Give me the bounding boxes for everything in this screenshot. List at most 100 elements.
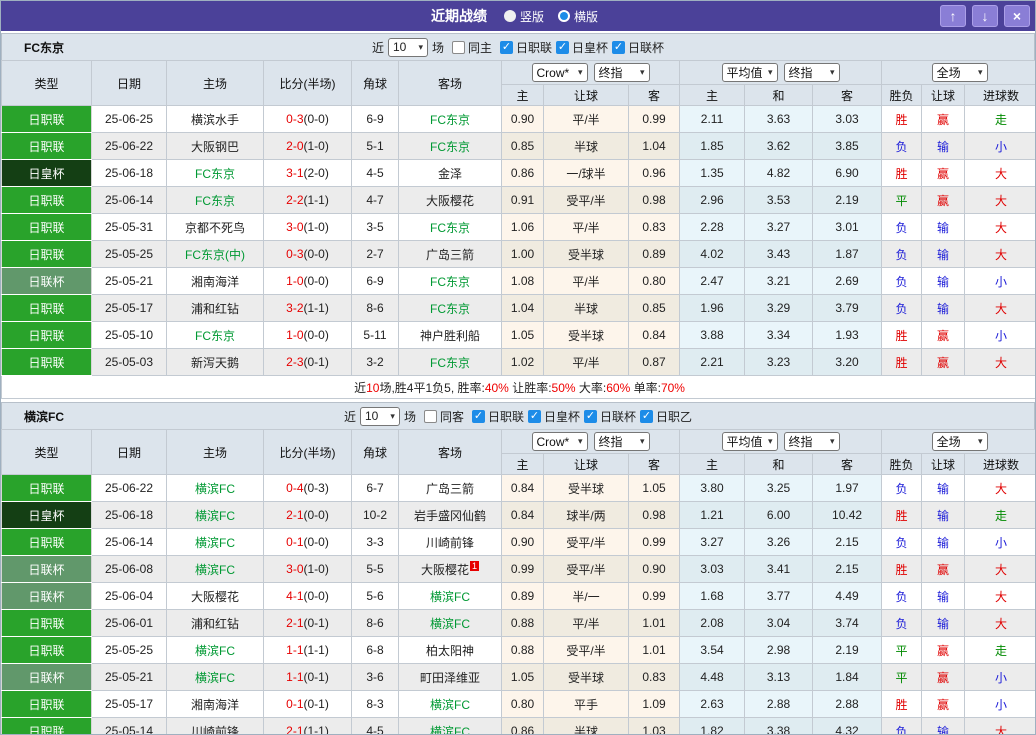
odds-source-select[interactable]: Crow* ▾ <box>531 432 588 451</box>
result-cell: 负 <box>881 213 923 241</box>
corner-cell: 5-11 <box>351 321 399 349</box>
view-option-horizontal[interactable]: 横版 <box>558 8 598 25</box>
half-score: (1-1) <box>303 301 329 315</box>
result-cell: 负 <box>881 528 923 556</box>
avg-draw-odds-cell: 3.23 <box>744 348 814 376</box>
summary-stat-label: 让胜率: <box>508 380 552 395</box>
score-cell: 2-0(1-0) <box>263 132 352 160</box>
league-type-cell: 日职联 <box>1 240 92 268</box>
same-venue-filter[interactable]: 同客 <box>423 408 464 425</box>
checkbox-checked-icon[interactable]: ✓ <box>556 40 570 54</box>
league-filter[interactable]: ✓ 日联杯 <box>584 408 636 425</box>
view-option-vertical[interactable]: 竖版 <box>503 8 544 25</box>
scope-select-group: 全场 ▾ <box>881 429 1035 454</box>
checkbox-checked-icon[interactable]: ✓ <box>584 409 598 423</box>
league-filter[interactable]: ✓ 日皇杯 <box>556 39 608 56</box>
half-score: (0-0) <box>303 274 329 288</box>
home-team-cell: 横滨FC <box>166 555 264 583</box>
avg-home-odds-cell: 3.54 <box>679 636 746 664</box>
summary-stat-label: 大率: <box>575 380 607 395</box>
match-row: 日职联 25-06-14 FC东京 2-2(1-1) 4-7 大阪樱花 0.91 受平/半 0.… <box>1 186 1035 214</box>
full-score: 3-2 <box>286 301 304 315</box>
date-cell: 25-06-01 <box>91 609 167 637</box>
league-type-cell: 日职联 <box>1 528 92 556</box>
avg-source-select[interactable]: 平均值 ▾ <box>721 432 778 451</box>
scope-select[interactable]: 全场 ▾ <box>931 63 988 82</box>
avg-final-select[interactable]: 终指 ▾ <box>783 63 840 82</box>
crow-away-odds-cell: 0.98 <box>627 501 681 529</box>
crow-home-odds-cell: 0.80 <box>501 690 544 718</box>
col-header-corner: 角球 <box>351 60 399 106</box>
league-filter[interactable]: ✓ 日职联 <box>471 408 524 425</box>
date-cell: 25-05-10 <box>91 321 167 349</box>
league-filter[interactable]: ✓ 日职联 <box>500 39 552 56</box>
match-row: 日职联 25-05-25 横滨FC 1-1(1-1) 6-8 柏太阳神 0.88 受平/半 1.… <box>1 636 1035 664</box>
crow-handicap-cell: 半球 <box>543 132 629 160</box>
away-team-cell: 大阪樱花 <box>398 186 502 214</box>
goals-result-cell: 小 <box>964 528 1035 556</box>
league-type-cell: 日职联 <box>1 132 92 160</box>
away-team-label: 横滨FC <box>430 724 470 735</box>
checkbox-checked-icon[interactable]: ✓ <box>640 409 654 423</box>
checkbox-unchecked-icon[interactable] <box>451 40 465 54</box>
half-score: (0-3) <box>303 481 329 495</box>
home-team-cell: 横滨FC <box>166 474 264 502</box>
avg-final-select[interactable]: 终指 ▾ <box>783 432 840 451</box>
away-team-cell: 岩手盛冈仙鹤 <box>398 501 502 529</box>
score-cell: 0-1(0-0) <box>263 528 352 556</box>
odds-final-select[interactable]: 终指 ▾ <box>593 432 650 451</box>
checkbox-checked-icon[interactable]: ✓ <box>612 40 626 54</box>
same-venue-filter[interactable]: 同主 <box>451 39 492 56</box>
checkbox-checked-icon[interactable]: ✓ <box>471 409 485 423</box>
sub-header-crow-handicap: 让球 <box>543 453 629 475</box>
crow-handicap-cell: 平/半 <box>543 609 629 637</box>
full-score: 4-1 <box>286 589 304 603</box>
recent-count-select[interactable]: 10 ▾ <box>359 406 400 426</box>
away-team-cell: 町田泽维亚 <box>398 663 502 691</box>
col-header-away: 客场 <box>398 60 502 106</box>
chevron-down-icon: ▾ <box>768 436 773 446</box>
avg-source-select[interactable]: 平均值 ▾ <box>721 63 778 82</box>
crow-handicap-cell: 平/半 <box>543 105 629 133</box>
league-filter[interactable]: ✓ 日联杯 <box>612 39 664 56</box>
odds-source-select[interactable]: Crow* ▾ <box>531 63 588 82</box>
avg-home-odds-cell: 3.80 <box>679 474 746 502</box>
crow-handicap-cell: 半球 <box>543 294 629 322</box>
league-filter[interactable]: ✓ 日皇杯 <box>528 408 580 425</box>
full-score: 0-1 <box>286 697 304 711</box>
scope-select[interactable]: 全场 ▾ <box>931 432 988 451</box>
avg-home-odds-cell: 2.08 <box>679 609 746 637</box>
avg-final-value: 终指 <box>788 435 813 449</box>
away-team-label: 横滨FC <box>430 589 470 604</box>
chevron-down-icon: ▾ <box>577 436 583 446</box>
checkbox-unchecked-icon[interactable] <box>423 409 437 423</box>
close-button[interactable]: × <box>1004 5 1030 27</box>
avg-home-odds-cell: 2.47 <box>679 267 746 295</box>
avg-home-odds-cell: 4.02 <box>679 240 746 268</box>
radio-checked-icon[interactable] <box>558 10 570 22</box>
crow-handicap-cell: 受半球 <box>543 474 629 502</box>
full-score: 2-1 <box>286 724 304 735</box>
league-filter[interactable]: ✓ 日职乙 <box>640 408 692 425</box>
crow-home-odds-cell: 0.86 <box>501 159 544 187</box>
away-team-label: 广岛三箭 <box>425 247 474 262</box>
scroll-up-button[interactable]: ↑ <box>940 5 966 27</box>
col-header-away: 客场 <box>398 429 502 475</box>
date-cell: 25-06-22 <box>91 474 167 502</box>
corner-cell: 3-2 <box>351 348 399 376</box>
checkbox-checked-icon[interactable]: ✓ <box>500 40 513 54</box>
col-header-score: 比分(半场) <box>263 429 352 475</box>
radio-unchecked-icon[interactable] <box>503 10 516 22</box>
avg-select-group: 平均值 ▾ 终指 ▾ <box>679 429 883 454</box>
avg-home-odds-cell: 1.68 <box>679 582 746 610</box>
chevron-down-icon: ▾ <box>390 410 395 421</box>
recent-count-select[interactable]: 10 ▾ <box>387 37 428 57</box>
crow-away-odds-cell: 0.96 <box>627 159 681 187</box>
avg-select-group: 平均值 ▾ 终指 ▾ <box>679 60 883 85</box>
checkbox-checked-icon[interactable]: ✓ <box>528 409 541 423</box>
scroll-down-button[interactable]: ↓ <box>972 5 998 27</box>
odds-final-select[interactable]: 终指 ▾ <box>593 63 650 82</box>
avg-away-odds-cell: 1.84 <box>812 663 883 691</box>
sub-header-avg-away: 客 <box>812 84 883 106</box>
date-cell: 25-05-21 <box>91 267 167 295</box>
